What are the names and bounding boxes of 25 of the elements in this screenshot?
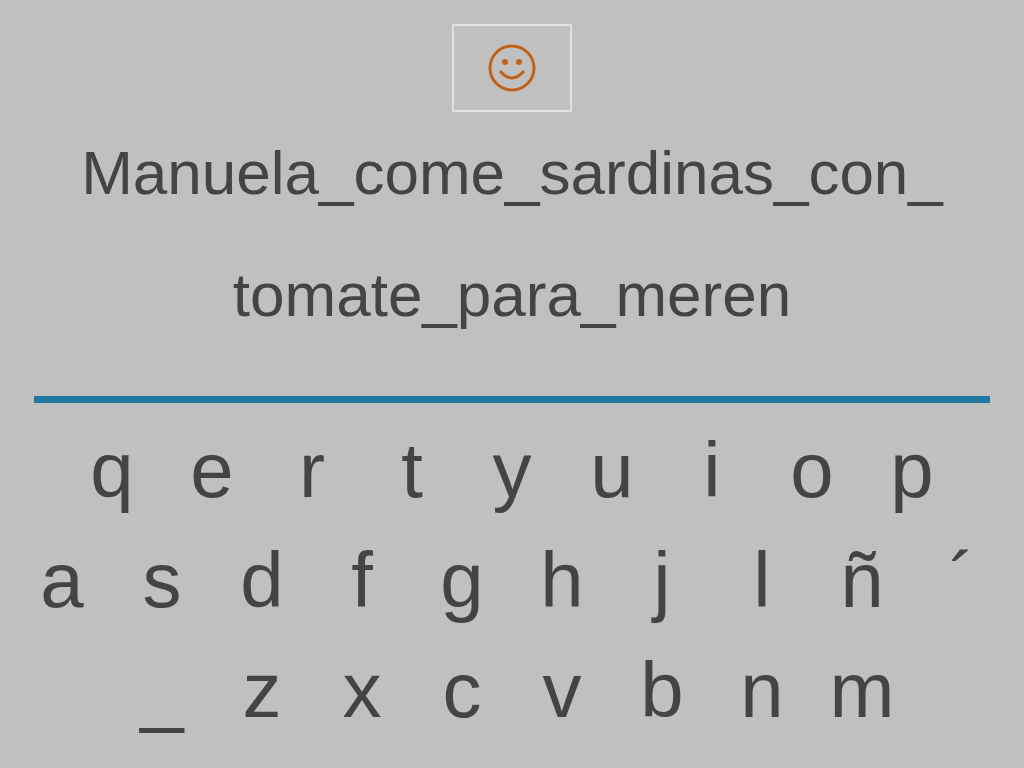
letter-key[interactable]: a [12, 541, 112, 619]
letter-key[interactable]: m [812, 651, 912, 729]
letter-key[interactable]: s [112, 541, 212, 619]
letter-key[interactable]: h [512, 541, 612, 619]
letter-key[interactable]: c [412, 651, 512, 729]
letter-key[interactable]: ñ [812, 541, 912, 619]
letter-key[interactable]: v [512, 651, 612, 729]
letter-key[interactable]: l [712, 541, 812, 619]
letter-key[interactable]: f [312, 541, 412, 619]
letter-key[interactable]: r [262, 431, 362, 509]
sentence-text: Manuela_come_sardinas_con_ [81, 137, 943, 209]
smiley-icon [487, 43, 537, 93]
letter-key[interactable]: z [212, 651, 312, 729]
letter-key[interactable]: x [312, 651, 412, 729]
letter-key[interactable]: t [362, 431, 462, 509]
letter-key[interactable]: n [712, 651, 812, 729]
smiley-button[interactable] [452, 24, 572, 112]
letter-key[interactable]: i [662, 431, 762, 509]
letter-key[interactable]: e [162, 431, 262, 509]
letter-key[interactable]: b [612, 651, 712, 729]
letter-key[interactable]: u [562, 431, 662, 509]
sentence-text: tomate_para_meren [232, 259, 792, 331]
letter-key[interactable]: ´ [912, 541, 1012, 619]
letter-key[interactable]: o [762, 431, 862, 509]
letter-key[interactable]: d [212, 541, 312, 619]
